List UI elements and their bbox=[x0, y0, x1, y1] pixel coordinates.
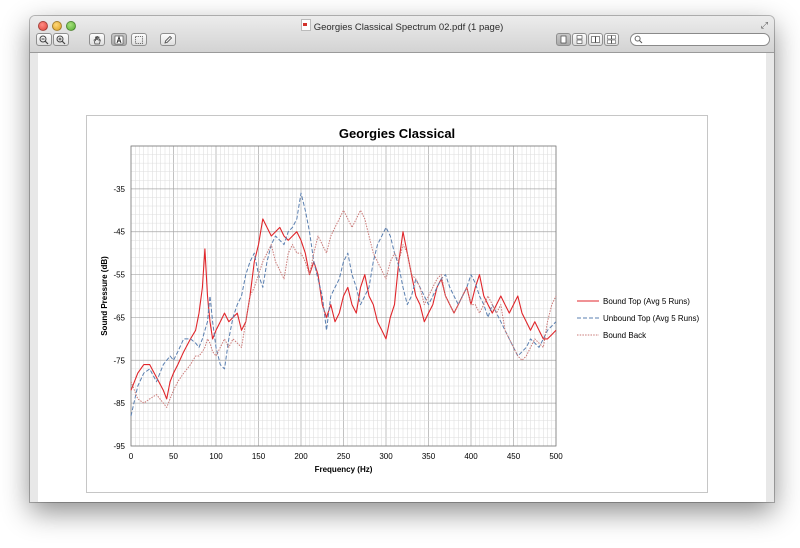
chart-frame: Georgies Classical -35 -45 -55 -65 -75 -85 -95… bbox=[86, 115, 708, 493]
search-field[interactable] bbox=[630, 33, 770, 46]
zoom-out-button[interactable] bbox=[36, 33, 52, 46]
x-tick-label: 300 bbox=[379, 452, 393, 461]
hand-tool-icon bbox=[93, 36, 101, 45]
continuous-icon bbox=[576, 35, 583, 44]
y-tick-label: -65 bbox=[113, 313, 125, 322]
window-title: Georgies Classical Spectrum 02.pdf (1 pa… bbox=[313, 22, 504, 33]
fullscreen-icon[interactable]: ⤢ bbox=[761, 20, 768, 31]
view-continuous-button[interactable] bbox=[572, 33, 587, 46]
two-up-continuous-icon bbox=[607, 35, 616, 44]
x-tick-label: 250 bbox=[337, 452, 351, 461]
preview-window: Georgies Classical Spectrum 02.pdf (1 pa… bbox=[30, 16, 774, 502]
x-tick-label: 100 bbox=[209, 452, 223, 461]
view-two-up-continuous-button[interactable] bbox=[604, 33, 619, 46]
hand-tool-button[interactable] bbox=[89, 33, 105, 46]
y-tick-label: -85 bbox=[113, 399, 125, 408]
x-tick-label: 200 bbox=[294, 452, 308, 461]
single-page-icon bbox=[560, 35, 567, 44]
y-tick-label: -95 bbox=[113, 442, 125, 451]
view-two-page-button[interactable] bbox=[588, 33, 603, 46]
search-icon bbox=[634, 35, 643, 44]
x-tick-label: 0 bbox=[129, 452, 134, 461]
x-axis-label: Frequency (Hz) bbox=[315, 465, 373, 474]
y-tick-label: -35 bbox=[113, 185, 125, 194]
search-input[interactable] bbox=[645, 34, 765, 45]
y-tick-label: -55 bbox=[113, 271, 125, 280]
text-select-button[interactable] bbox=[111, 33, 127, 46]
window-chrome: Georgies Classical Spectrum 02.pdf (1 pa… bbox=[30, 16, 774, 53]
two-page-icon bbox=[591, 36, 600, 43]
x-tick-label: 500 bbox=[549, 452, 563, 461]
y-tick-label: -45 bbox=[113, 228, 125, 237]
rect-select-button[interactable] bbox=[131, 33, 147, 46]
select-rect-icon bbox=[135, 36, 143, 44]
legend-entry-1: Bound Top (Avg 5 Runs) bbox=[603, 297, 690, 306]
x-tick-label: 50 bbox=[169, 452, 178, 461]
zoom-in-icon bbox=[56, 35, 66, 45]
x-tick-label: 150 bbox=[252, 452, 266, 461]
annotate-pencil-icon bbox=[164, 35, 173, 44]
chart-title: Georgies Classical bbox=[339, 126, 455, 141]
x-tick-label: 350 bbox=[422, 452, 436, 461]
document-viewer[interactable]: Georgies Classical -35 -45 -55 -65 -75 -85 -95… bbox=[38, 53, 766, 502]
spectrum-chart: Georgies Classical -35 -45 -55 -65 -75 -85 -95… bbox=[100, 126, 700, 474]
annotate-button[interactable] bbox=[160, 33, 176, 46]
text-select-icon bbox=[114, 35, 124, 45]
window-title-bar: Georgies Classical Spectrum 02.pdf (1 pa… bbox=[30, 19, 774, 33]
y-axis-label: Sound Pressure (dB) bbox=[100, 256, 109, 336]
y-tick-label: -75 bbox=[113, 356, 125, 365]
chart-legend: Bound Top (Avg 5 Runs) Unbound Top (Avg 5… bbox=[577, 297, 700, 340]
zoom-in-button[interactable] bbox=[53, 33, 69, 46]
zoom-out-icon bbox=[39, 35, 49, 45]
y-axis-ticks: -35 -45 -55 -65 -75 -85 -95 bbox=[113, 185, 125, 451]
x-tick-label: 450 bbox=[507, 452, 521, 461]
legend-entry-3: Bound Back bbox=[603, 331, 647, 340]
view-single-page-button[interactable] bbox=[556, 33, 571, 46]
x-tick-label: 400 bbox=[464, 452, 478, 461]
pdf-file-icon bbox=[300, 19, 311, 31]
x-axis-ticks: 0 50 100 150 200 250 300 350 400 450 500 bbox=[129, 452, 563, 461]
legend-entry-2: Unbound Top (Avg 5 Runs) bbox=[603, 314, 700, 323]
